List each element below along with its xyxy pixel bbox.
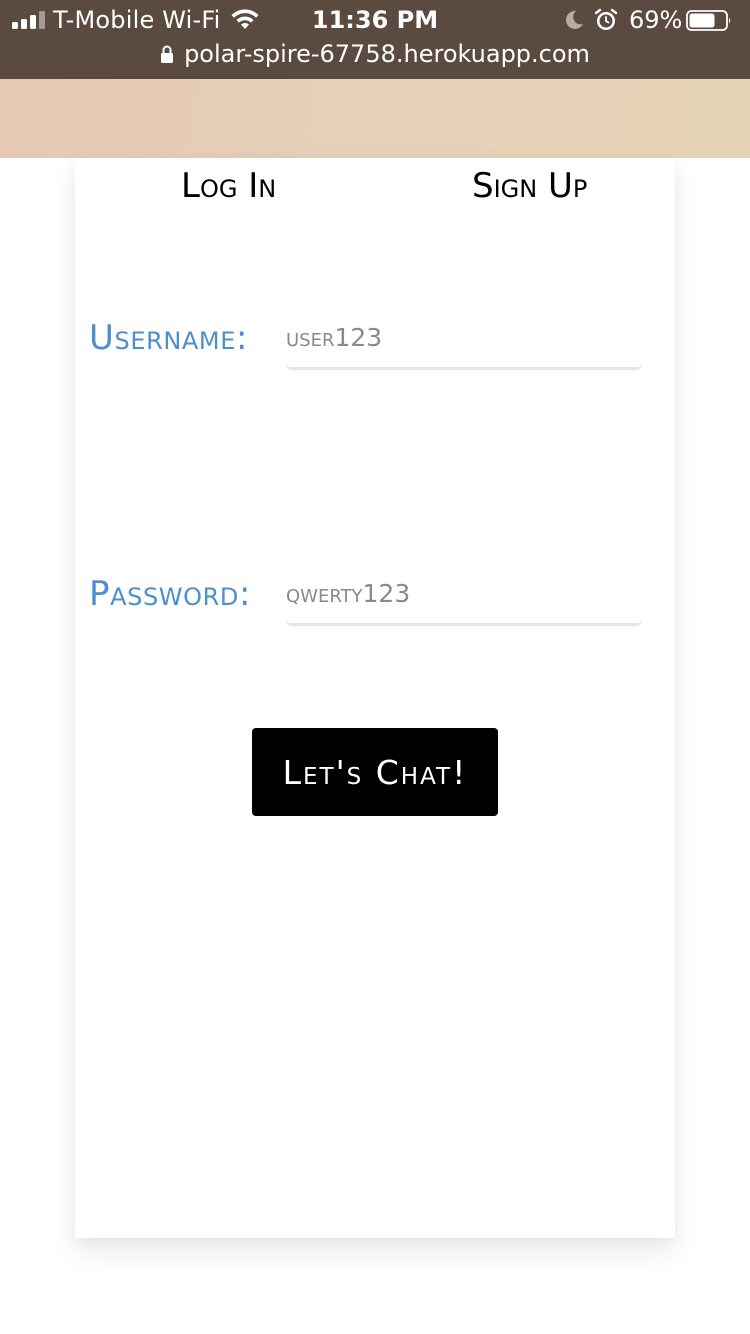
password-input[interactable] (286, 564, 642, 626)
status-bar: T-Mobile Wi-Fi 11:36 PM 69% (0, 0, 750, 40)
hero-background (0, 79, 750, 158)
username-input[interactable] (286, 308, 642, 370)
lets-chat-button[interactable]: Let's Chat! (252, 728, 498, 816)
battery-percent: 69% (629, 6, 683, 34)
password-label: Password: (89, 574, 252, 614)
url-text: polar-spire-67758.herokuapp.com (184, 40, 590, 68)
moon-icon (565, 10, 583, 29)
username-label: Username: (89, 318, 249, 358)
address-bar[interactable]: polar-spire-67758.herokuapp.com (0, 38, 750, 70)
login-card: Log In Sign Up Username: Password: Let's… (75, 158, 675, 1238)
alarm-icon (594, 8, 618, 30)
tab-signup[interactable]: Sign Up (472, 166, 587, 206)
lock-icon (161, 45, 174, 63)
battery-icon (686, 10, 731, 31)
browser-chrome: T-Mobile Wi-Fi 11:36 PM 69% polar-spire-… (0, 0, 750, 79)
tab-login[interactable]: Log In (181, 166, 276, 206)
